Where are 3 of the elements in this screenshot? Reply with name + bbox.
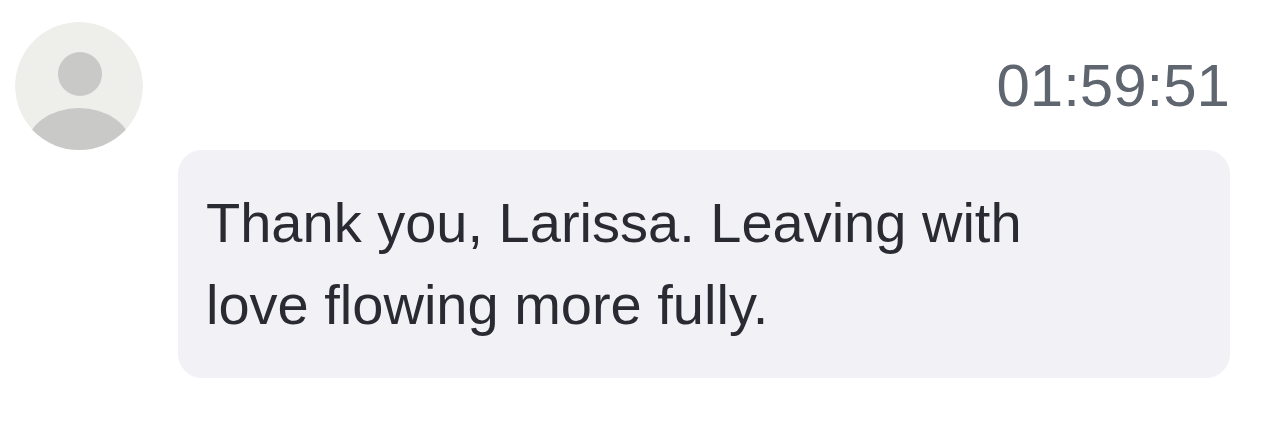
message-time: 01:59:51 xyxy=(996,56,1230,116)
avatar-icon xyxy=(15,22,143,150)
message-text: Thank you, Larissa. Leaving with love flowing more fully. xyxy=(206,190,1023,338)
